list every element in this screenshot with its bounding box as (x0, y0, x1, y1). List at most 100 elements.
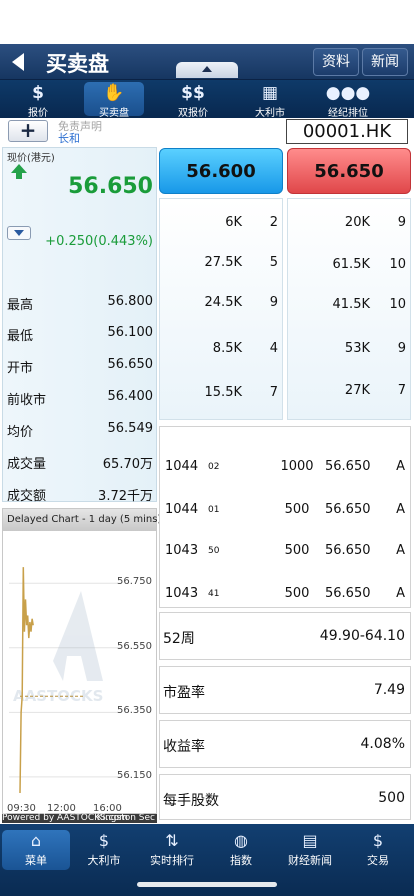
trade-price: 56.650 (325, 586, 371, 601)
add-watchlist-button[interactable]: + (8, 120, 48, 142)
stat-value: 3.72千万 (98, 489, 153, 504)
news-button[interactable]: 新闻 (362, 48, 408, 76)
status-bar (0, 0, 414, 44)
trade-side: A (396, 502, 405, 517)
info-value: 500 (378, 790, 405, 806)
ask-volume: 53K (344, 341, 370, 356)
ask-count: 9 (397, 215, 406, 230)
stat-value: 56.650 (107, 357, 154, 372)
nav-menu[interactable]: ⌂ 菜单 (2, 830, 70, 870)
document-icon: ▤ (302, 831, 318, 850)
info-label: 每手股数 (163, 793, 219, 809)
double-dollar-icon: $$ (181, 83, 205, 103)
grid-icon: ▦ (261, 83, 279, 103)
chevron-down-icon[interactable] (7, 226, 31, 240)
bid-count: 2 (269, 215, 278, 230)
ask-row: 61.5K 10 (288, 257, 412, 277)
tab-order-book[interactable]: ✋ 买卖盘 (84, 82, 144, 119)
info-pe: 市盈率 7.49 (159, 666, 411, 714)
ask-volume: 41.5K (332, 297, 370, 312)
bid-price-button[interactable]: 56.600 (159, 148, 283, 194)
ask-row: 53K 9 (288, 341, 412, 361)
stat-value: 65.70万 (102, 457, 153, 472)
trade-ticker: 1044 02 1000 56.650 A 1044 01 500 56.650… (159, 426, 411, 608)
home-indicator (137, 882, 277, 887)
dollar-icon: $ (98, 831, 110, 850)
stat-volume: 成交量 65.70万 (3, 449, 156, 473)
tab-dual-quote[interactable]: $$ 双报价 (163, 82, 223, 119)
trade-broker: 1044 (165, 502, 199, 517)
stat-label: 最高 (7, 298, 34, 313)
nav-news[interactable]: ▤ 财经新闻 (276, 830, 344, 870)
tab-quote[interactable]: $ 报价 (8, 82, 68, 119)
bid-count: 9 (269, 295, 278, 310)
people-icon: ●●● (325, 83, 371, 103)
trade-broker: 1044 (165, 459, 199, 474)
nav-realtime-rank[interactable]: ⇅ 实时排行 (138, 830, 206, 870)
ask-count: 7 (397, 383, 406, 398)
stat-value: 56.100 (107, 325, 154, 340)
powered-by: Powered by AASTOCKS.com Kingston Sec (2, 814, 157, 823)
trade-seq: 02 (208, 462, 220, 472)
bid-volume: 6K (225, 215, 242, 230)
back-button[interactable] (8, 50, 32, 74)
nav-big-deal[interactable]: $ 大利市 (70, 830, 138, 870)
trade-row: 1043 41 500 56.650 A (160, 586, 410, 606)
page-title: 买卖盘 (46, 52, 109, 76)
trade-row: 1044 02 1000 56.650 A (160, 459, 410, 479)
quote-toolbar: $ 报价 ✋ 买卖盘 $$ 双报价 ▦ 大利市 ●●● 经纪排位 (0, 80, 414, 119)
stat-label: 前收市 (7, 393, 47, 408)
chart-title: Delayed Chart - 1 day (5 mins) (3, 509, 161, 531)
ask-row: 41.5K 10 (288, 297, 412, 317)
tab-big-deal[interactable]: ▦ 大利市 (240, 82, 300, 119)
ask-price-button[interactable]: 56.650 (287, 148, 411, 194)
stat-avg: 均价 56.549 (3, 417, 156, 441)
globe-icon: ◍ (234, 831, 248, 850)
ask-row: 27K 7 (288, 383, 412, 403)
stat-turnover: 成交额 3.72千万 (3, 481, 156, 505)
trade-seq: 41 (208, 589, 220, 599)
trade-price: 56.650 (325, 459, 371, 474)
nav-trade-label: 交易 (367, 854, 389, 867)
quote-panel: 现价(港元) 56.650 +0.250(0.443%) 最高 56.800 最… (2, 147, 157, 505)
collapse-toggle-icon[interactable] (176, 62, 238, 78)
nav-news-label: 财经新闻 (288, 854, 332, 867)
dollar-icon: $ (372, 831, 384, 850)
bid-row: 8.5K 4 (160, 341, 284, 361)
ask-volume: 20K (344, 215, 370, 230)
trade-side: A (396, 543, 405, 558)
trade-seq: 01 (208, 505, 220, 515)
info-yield: 收益率 4.08% (159, 720, 411, 768)
tab-broker-queue[interactable]: ●●● 经纪排位 (318, 82, 378, 119)
nav-trade[interactable]: $ 交易 (344, 830, 412, 870)
nav-index[interactable]: ◍ 指数 (207, 830, 275, 870)
trade-qty: 500 (284, 543, 310, 558)
bid-row: 15.5K 7 (160, 385, 284, 405)
stock-code-input[interactable]: 00001.HK (286, 119, 408, 144)
ask-row: 20K 9 (288, 215, 412, 235)
nav-index-label: 指数 (230, 854, 252, 867)
info-button[interactable]: 资料 (313, 48, 359, 76)
bid-count: 7 (269, 385, 278, 400)
y-tick-label: 56.750 (117, 576, 152, 588)
price-change: +0.250(0.443%) (45, 234, 153, 249)
intraday-chart[interactable]: Delayed Chart - 1 day (5 mins) AASTOCKS … (2, 508, 161, 814)
trade-broker: 1043 (165, 543, 199, 558)
info-value: 4.08% (360, 736, 405, 752)
trade-qty: 500 (284, 586, 310, 601)
nav-realtime-rank-label: 实时排行 (150, 854, 194, 867)
stat-value: 56.800 (107, 294, 154, 309)
bid-volume: 15.5K (204, 385, 242, 400)
stat-value: 56.400 (107, 389, 154, 404)
dollar-icon: $ (32, 83, 44, 103)
hand-coin-icon: ✋ (103, 83, 125, 103)
stat-value: 56.549 (107, 421, 154, 436)
bid-row: 24.5K 9 (160, 295, 284, 315)
bid-count: 4 (269, 341, 278, 356)
stat-high: 最高 56.800 (3, 290, 156, 314)
nav-menu-label: 菜单 (25, 854, 47, 867)
price-series-line (19, 567, 34, 794)
trade-broker: 1043 (165, 586, 199, 601)
stat-label: 成交量 (7, 457, 47, 472)
nav-big-deal-label: 大利市 (87, 854, 121, 867)
